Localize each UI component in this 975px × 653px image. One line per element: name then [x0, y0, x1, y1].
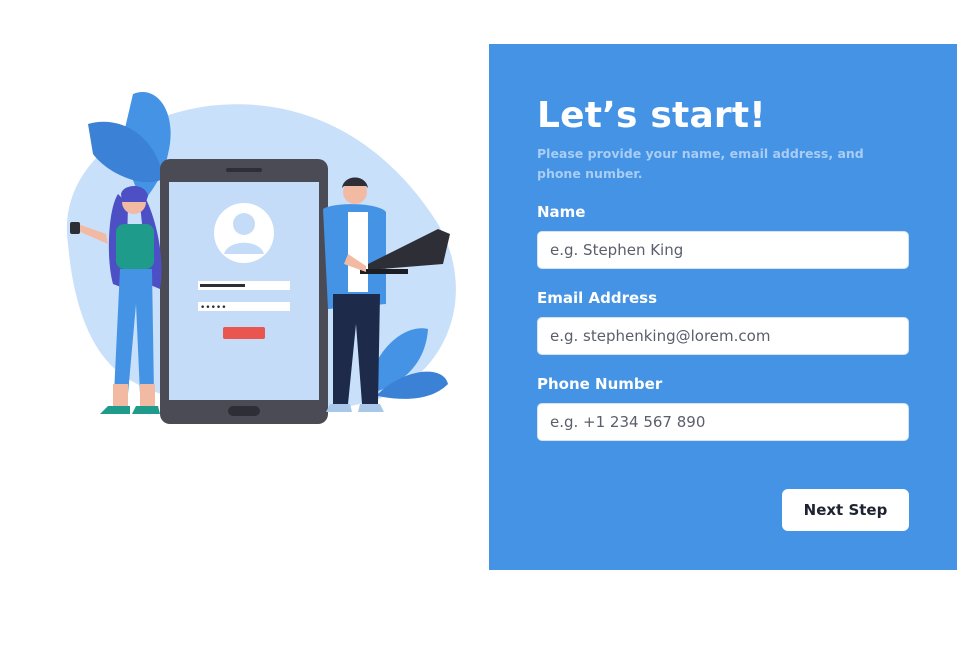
name-label: Name — [537, 203, 586, 221]
screen-password-mask: ••••• — [200, 303, 227, 313]
signup-form-panel: Let’s start! Please provide your name, e… — [489, 44, 957, 570]
phone-input[interactable] — [537, 403, 909, 441]
phone-label: Phone Number — [537, 375, 663, 393]
email-label: Email Address — [537, 289, 658, 307]
name-input[interactable] — [537, 231, 909, 269]
email-input[interactable] — [537, 317, 909, 355]
screen-login-button — [223, 327, 265, 339]
form-title: Let’s start! — [537, 95, 766, 136]
signup-illustration: ••••• — [66, 92, 456, 424]
page: ••••• Let’s start! Please provide your n… — [0, 0, 975, 653]
next-step-button[interactable]: Next Step — [782, 489, 909, 531]
form-subtitle: Please provide your name, email address,… — [537, 146, 864, 181]
